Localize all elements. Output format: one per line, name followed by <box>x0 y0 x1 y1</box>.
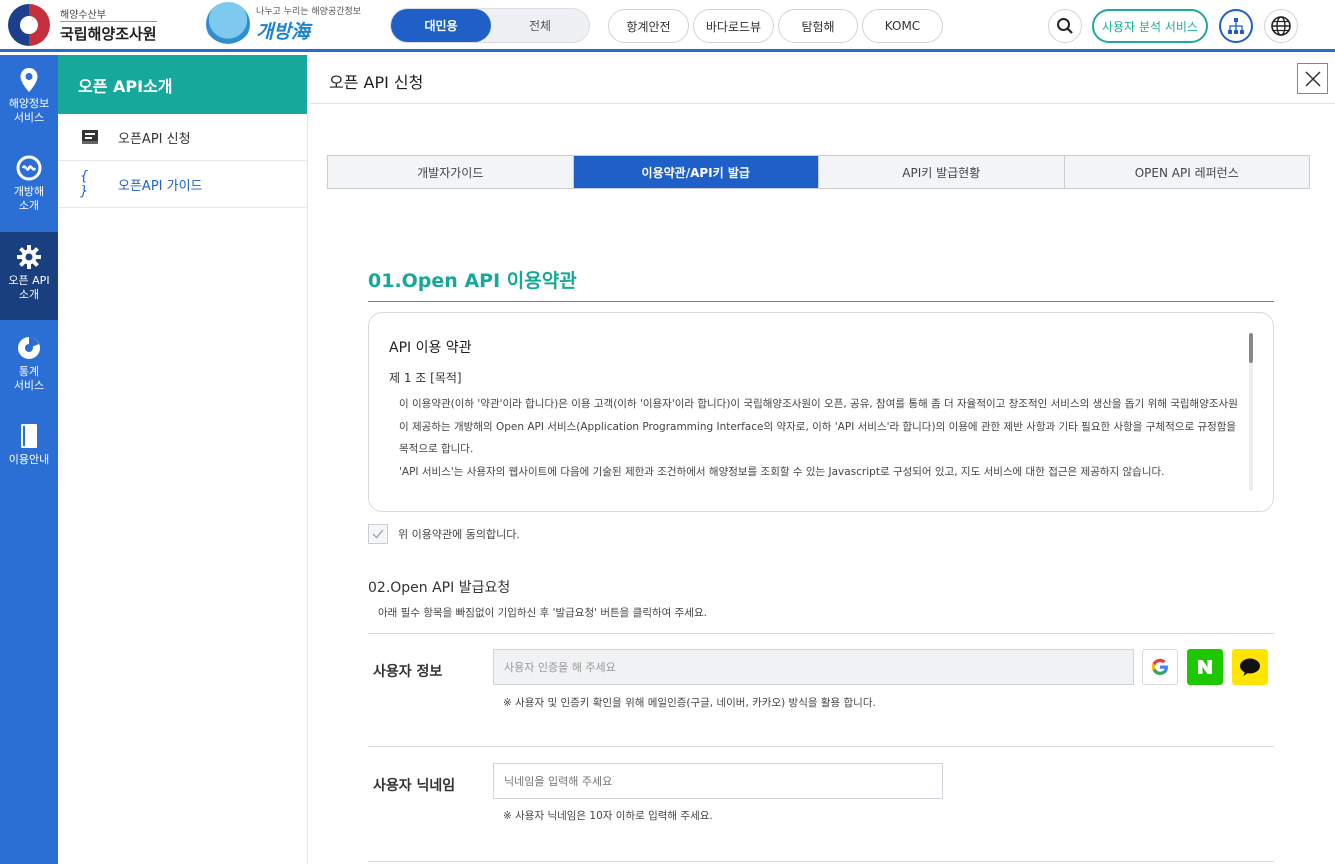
form-icon <box>82 130 98 144</box>
terms-article-title: 제 1 조 [목적] <box>389 371 462 385</box>
divider <box>368 861 1274 862</box>
code-braces-icon: { } <box>80 169 89 199</box>
user-info-field[interactable]: 사용자 인증을 해 주세요 <box>493 649 1134 685</box>
brand-tagline: 나누고 누리는 해양공간정보 <box>256 7 362 17</box>
gear-icon <box>17 245 41 269</box>
divider <box>368 746 1274 747</box>
submenu-item-api-apply[interactable]: 오픈API 신청 <box>58 114 307 161</box>
leftbar-item-open-api[interactable]: 오픈 API 소개 <box>0 232 58 320</box>
submenu-item-api-guide[interactable]: { } 오픈API 가이드 <box>58 161 307 208</box>
google-icon <box>1151 658 1168 675</box>
brand-logo-icon <box>16 155 42 181</box>
location-pin-icon <box>20 68 38 92</box>
leftbar-label: 이용안내 <box>8 453 50 466</box>
submenu-label: 오픈API 신청 <box>118 131 191 147</box>
api-tabs: 개발자가이드 이용약관/API키 발급 API키 발급현황 OPEN API 레… <box>327 155 1310 189</box>
leftbar-label: 통계 <box>18 365 40 378</box>
language-button[interactable] <box>1264 9 1298 43</box>
agree-checkbox[interactable] <box>368 524 388 544</box>
mode-all-button[interactable]: 전체 <box>491 9 589 42</box>
terms-paragraph: 'API 서비스'는 사용자의 웹사이트에 다음에 기술된 제한과 조건하에서 … <box>399 465 1165 478</box>
section-terms-header: 01.Open API 이용약관 <box>368 266 1274 302</box>
submenu-title: 오픈 API소개 <box>58 55 307 114</box>
leftbar-label: 소개 <box>18 199 40 212</box>
tab-developer-guide[interactable]: 개발자가이드 <box>328 156 574 188</box>
sitemap-icon <box>1228 18 1244 34</box>
google-login-button[interactable] <box>1142 649 1178 685</box>
mode-public-button[interactable]: 대민용 <box>391 9 491 42</box>
book-icon <box>21 424 37 448</box>
leftbar-label: 해양정보 <box>8 97 50 110</box>
leftbar-label: 서비스 <box>13 111 45 124</box>
brand-logo[interactable]: 나누고 누리는 해양공간정보 개방海 <box>206 2 361 46</box>
naver-login-button[interactable] <box>1187 649 1223 685</box>
kakao-icon <box>1240 658 1260 676</box>
nav-pill-harbor-safety[interactable]: 항계안전 <box>608 9 689 43</box>
nav-pill-komc[interactable]: KOMC <box>862 9 943 43</box>
divider <box>368 633 1274 634</box>
tab-key-status[interactable]: API키 발급현황 <box>819 156 1065 188</box>
org-logo[interactable]: 해양수산부 국립해양조사원 <box>8 4 157 46</box>
user-info-note: ※ 사용자 및 인증키 확인을 위해 메일인증(구글, 네이버, 카카오) 방식… <box>503 697 876 709</box>
header: 해양수산부 국립해양조사원 나누고 누리는 해양공간정보 개방海 대민용 전체 … <box>0 0 1335 52</box>
pie-chart-icon <box>18 337 40 359</box>
mascot-icon <box>206 2 250 46</box>
globe-icon <box>1271 16 1291 36</box>
user-analysis-service-button[interactable]: 사용자 분석 서비스 <box>1092 9 1208 43</box>
mode-toggle: 대민용 전체 <box>390 8 590 43</box>
nav-pill-explore[interactable]: 탐험해 <box>778 9 858 43</box>
nickname-label: 사용자 닉네임 <box>373 778 456 794</box>
tab-terms-key-issue[interactable]: 이용약관/API키 발급 <box>573 156 819 188</box>
search-icon <box>1057 18 1073 34</box>
kakao-login-button[interactable] <box>1232 649 1268 685</box>
section-request-title: 02.Open API 발급요청 <box>368 580 511 596</box>
close-icon <box>1304 70 1321 87</box>
nickname-input[interactable] <box>493 763 943 799</box>
agree-label: 위 이용약관에 동의합니다. <box>398 528 520 541</box>
global-sidebar: 해양정보 서비스 개방해 소개 오픈 API 소개 통계 서비스 이용안내 <box>0 55 58 864</box>
section-terms-title: 01.Open API 이용약관 <box>368 270 577 292</box>
main-title-bar: 오픈 API 신청 <box>309 55 1335 104</box>
agree-row: 위 이용약관에 동의합니다. <box>368 524 520 544</box>
brand-name: 개방海 <box>256 21 310 43</box>
page-title: 오픈 API 신청 <box>329 73 424 92</box>
nickname-note: ※ 사용자 닉네임은 10자 이하로 입력해 주세요. <box>503 810 713 822</box>
org-name: 국립해양조사원 <box>60 21 157 44</box>
terms-body: 이 이용약관(이하 '약관'이라 합니다)은 이용 고객(이하 '이용자'이라 … <box>399 393 1245 483</box>
user-info-label: 사용자 정보 <box>373 664 443 680</box>
leftbar-item-statistics[interactable]: 통계 서비스 <box>0 335 58 413</box>
terms-box[interactable]: API 이용 약관 제 1 조 [목적] 이 이용약관(이하 '약관'이라 합니… <box>368 312 1274 512</box>
org-ministry: 해양수산부 <box>60 10 106 21</box>
leftbar-label: 오픈 API <box>8 274 50 287</box>
leftbar-item-about[interactable]: 개방해 소개 <box>0 155 58 233</box>
tab-api-reference[interactable]: OPEN API 레퍼런스 <box>1064 156 1309 188</box>
nav-pill-sea-roadview[interactable]: 바다로드뷰 <box>693 9 774 43</box>
section-submenu: 오픈 API소개 오픈API 신청 { } 오픈API 가이드 <box>58 55 308 864</box>
search-button[interactable] <box>1048 9 1082 43</box>
close-button[interactable] <box>1297 63 1328 94</box>
terms-scrollbar-thumb[interactable] <box>1249 333 1253 363</box>
leftbar-label: 서비스 <box>13 379 45 392</box>
submenu-label: 오픈API 가이드 <box>118 178 203 194</box>
section-request-desc: 아래 필수 항목을 빠짐없이 기입하신 후 '발급요청' 버튼을 클릭하여 주세… <box>378 607 707 619</box>
leftbar-item-guide[interactable]: 이용안내 <box>0 423 58 483</box>
leftbar-label: 개방해 <box>13 185 45 198</box>
naver-icon <box>1198 660 1212 674</box>
leftbar-label: 소개 <box>18 288 40 301</box>
terms-title: API 이용 약관 <box>389 340 472 356</box>
check-icon <box>372 529 384 539</box>
leftbar-item-ocean-info[interactable]: 해양정보 서비스 <box>0 67 58 145</box>
government-emblem-icon <box>8 4 50 46</box>
terms-paragraph: 이 이용약관(이하 '약관'이라 합니다)은 이용 고객(이하 '이용자'이라 … <box>399 398 1238 455</box>
sitemap-button[interactable] <box>1219 9 1253 43</box>
